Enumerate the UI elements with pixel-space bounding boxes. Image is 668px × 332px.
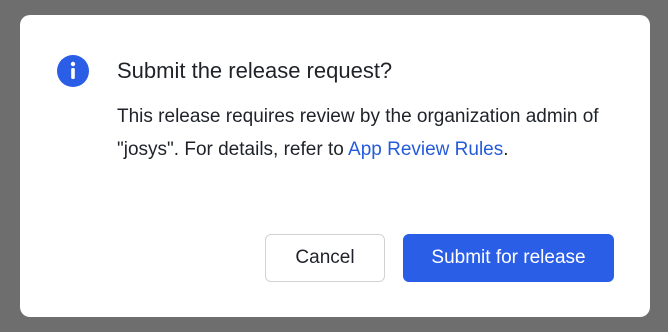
submit-for-release-button[interactable]: Submit for release [403, 234, 614, 282]
dialog-title: Submit the release request? [117, 58, 393, 83]
dialog-message: This release requires review by the orga… [117, 100, 617, 166]
confirm-dialog: Submit the release request? This release… [20, 15, 650, 317]
dialog-message-suffix: . [503, 139, 509, 160]
cancel-button[interactable]: Cancel [265, 234, 385, 282]
app-review-rules-link[interactable]: App Review Rules [348, 139, 503, 160]
info-icon [57, 55, 89, 87]
